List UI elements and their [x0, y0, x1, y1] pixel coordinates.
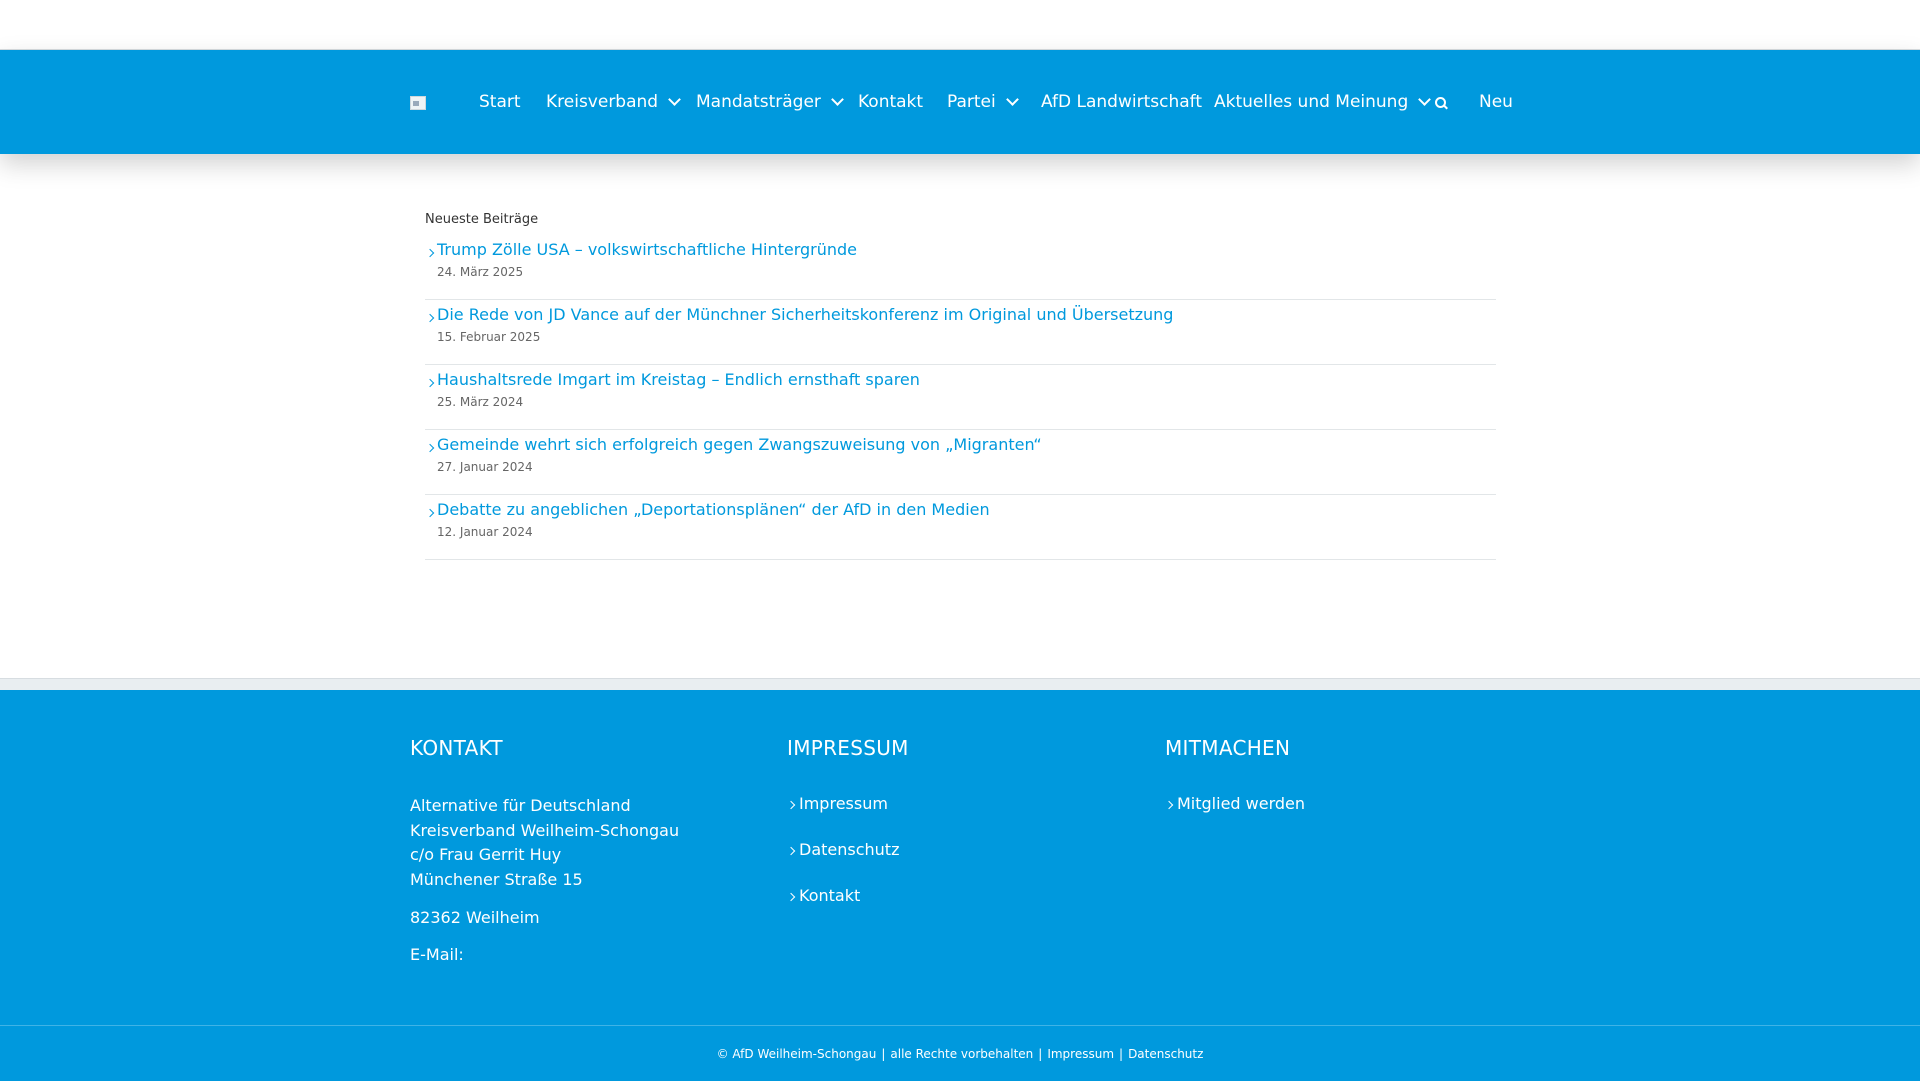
chevron-right-icon [786, 892, 796, 902]
footer-link-impressum[interactable]: Impressum [786, 794, 909, 840]
address-line: Münchener Straße 15 [410, 869, 583, 889]
nav-item-label: Aktuelles und Meinung [1214, 92, 1409, 112]
post-link[interactable]: Debatte zu angeblichen „Deportationsplän… [437, 500, 990, 519]
list-item: Haushaltsrede Imgart im Kreistag – Endli… [425, 365, 1496, 430]
footer-link-kontakt[interactable]: Kontakt [786, 886, 909, 932]
chevron-right-icon [786, 846, 796, 856]
post-date: 24. März 2025 [437, 265, 524, 279]
post-date: 27. Januar 2024 [437, 460, 533, 474]
top-bar [0, 0, 1920, 50]
footer-heading: MITMACHEN [1165, 736, 1291, 760]
post-date: 15. Februar 2025 [437, 330, 541, 344]
post-date: 25. März 2024 [437, 395, 524, 409]
address-line: Alternative für Deutschland [410, 796, 631, 815]
post-date: 12. Januar 2024 [437, 525, 533, 539]
nav-item-aktuelles-und-meinung[interactable]: Aktuelles und Meinung [1214, 50, 1432, 154]
nav-item-label: Kreisverband [546, 92, 659, 112]
list-item: Die Rede von JD Vance auf der Münchner S… [425, 300, 1496, 365]
footer-column-kontakt: KONTAKT Alternative für Deutschland Krei… [410, 736, 679, 964]
list-item: Debatte zu angeblichen „Deportationsplän… [425, 495, 1496, 560]
address-block: Alternative für Deutschland Kreisverband… [410, 794, 679, 892]
footer-link-label: Datenschutz [799, 840, 900, 859]
chevron-right-icon [1164, 800, 1174, 810]
footer-heading: KONTAKT [410, 736, 503, 760]
copyright-link-impressum[interactable]: Impressum [1047, 1047, 1114, 1061]
post-link[interactable]: Gemeinde wehrt sich erfolgreich gegen Zw… [437, 435, 1042, 454]
copyright-link-datenschutz[interactable]: Datenschutz [1128, 1047, 1203, 1061]
site-logo[interactable] [410, 96, 426, 110]
nav-item-mandatstraeger[interactable]: Mandatsträger [696, 50, 844, 154]
footer-heading: IMPRESSUM [787, 736, 909, 760]
address-line: Kreisverband Weilheim-Schongau [410, 820, 680, 840]
nav-item-kontakt[interactable]: Kontakt [858, 50, 923, 154]
nav-item-kreisverband[interactable]: Kreisverband [546, 50, 681, 154]
copyright-rights: alle Rechte vorbehalten [890, 1046, 1034, 1061]
address-line: c/o Frau Gerrit Huy [410, 845, 562, 864]
chevron-down-icon [1005, 93, 1019, 106]
site-footer: KONTAKT Alternative für Deutschland Krei… [0, 690, 1920, 1025]
footer-link-mitglied-werden[interactable]: Mitglied werden [1164, 794, 1306, 840]
post-link[interactable]: Haushaltsrede Imgart im Kreistag – Endli… [437, 370, 920, 389]
chevron-down-icon [1418, 93, 1432, 106]
list-item: Gemeinde wehrt sich erfolgreich gegen Zw… [425, 430, 1496, 495]
nav-item-label: Mandatsträger [696, 92, 821, 112]
nav-item-label: Kontakt [858, 92, 924, 112]
chevron-right-icon [425, 508, 435, 518]
nav-item-start[interactable]: Start [479, 50, 521, 154]
footer-link-label: Mitglied werden [1177, 794, 1306, 813]
search-button[interactable] [1435, 50, 1448, 154]
search-icon [1435, 97, 1448, 110]
footer-link-datenschutz[interactable]: Datenschutz [786, 840, 909, 886]
chevron-right-icon [786, 800, 796, 810]
footer-link-label: Kontakt [799, 886, 861, 905]
recent-posts-widget: Neueste Beiträge Trump Zölle USA – volks… [425, 205, 1496, 560]
chevron-down-icon [668, 93, 681, 106]
copyright-text: © AfD Weilheim-Schongau [716, 1046, 877, 1061]
nav-item-afd-landwirtschaft[interactable]: AfD Landwirtschaft [1041, 50, 1202, 154]
post-link[interactable]: Die Rede von JD Vance auf der Münchner S… [437, 305, 1173, 324]
nav-item-label: AfD Landwirtschaft [1041, 92, 1202, 112]
nav-item-label: Start [479, 92, 521, 112]
chevron-right-icon [425, 313, 435, 323]
chevron-right-icon [425, 248, 435, 258]
copyright-bar: © AfD Weilheim-Schongau | alle Rechte vo… [0, 1025, 1920, 1081]
nav-item-neu[interactable]: Neu [1479, 50, 1513, 154]
nav-item-partei[interactable]: Partei [947, 50, 1019, 154]
nav-item-label: Partei [947, 92, 996, 112]
footer-link-label: Impressum [799, 794, 888, 813]
address-city: 82362 Weilheim [410, 908, 540, 927]
nav-item-label: Neu [1479, 92, 1513, 112]
widget-title: Neueste Beiträge [425, 212, 539, 227]
post-link[interactable]: Trump Zölle USA – volkswirtschaftliche H… [437, 240, 857, 259]
email-label: E-Mail: [410, 945, 464, 964]
footer-column-impressum: IMPRESSUM Impressum Datenschutz Kontakt [786, 736, 909, 932]
chevron-down-icon [831, 93, 844, 106]
list-item: Trump Zölle USA – volkswirtschaftliche H… [425, 235, 1496, 300]
footer-column-mitmachen: MITMACHEN Mitglied werden [1164, 736, 1306, 840]
chevron-right-icon [425, 378, 435, 388]
chevron-right-icon [425, 443, 435, 453]
